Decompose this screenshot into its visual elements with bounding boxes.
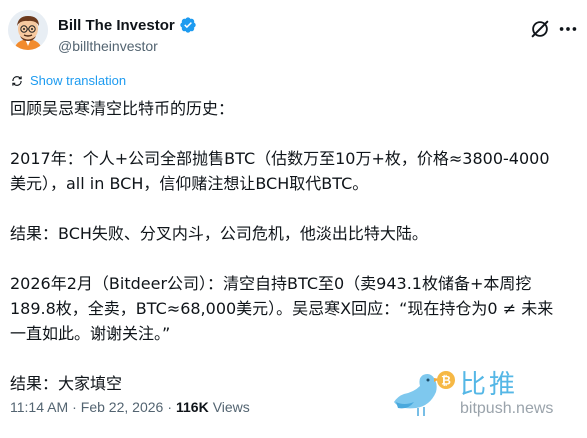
tweet-date[interactable]: Feb 22, 2026 — [81, 399, 164, 415]
more-button[interactable] — [557, 18, 579, 40]
display-name[interactable]: Bill The Investor — [58, 17, 175, 34]
translate-icon — [12, 75, 22, 86]
watermark-title: 比推 — [460, 370, 519, 400]
grok-button[interactable] — [529, 18, 551, 40]
grok-icon — [531, 20, 549, 38]
meta-separator: · — [72, 399, 77, 415]
tweet-paragraph: 2017年：个人+公司全部抛售BTC（估数万至10万+枚，价格≈3800-400… — [10, 149, 550, 193]
tweet-meta: 11:14 AM · Feb 22, 2026 · 116K Views — [10, 399, 250, 415]
tweet-paragraph: 回顾吴忌寒清空比特币的历史： — [10, 99, 235, 118]
show-translation-link[interactable]: Show translation — [10, 73, 126, 88]
name-row: Bill The Investor — [58, 16, 197, 34]
views-label: Views — [212, 399, 250, 415]
meta-separator: · — [167, 399, 172, 415]
bird-logo-icon: ₿ — [394, 371, 455, 416]
avatar-cartoon-icon — [8, 10, 48, 50]
verified-badge-icon — [180, 17, 196, 33]
avatar[interactable] — [8, 10, 48, 50]
tweet-header: Bill The Investor @billtheinvestor — [6, 6, 581, 62]
tweet-paragraph: 结果：BCH失败、分叉内斗，公司危机，他淡出比特大陆。 — [10, 224, 428, 243]
watermark-domain: bitpush.news — [460, 400, 554, 417]
show-translation-label[interactable]: Show translation — [30, 73, 126, 88]
views-count: 116K — [175, 399, 209, 415]
svg-text:₿: ₿ — [441, 374, 451, 388]
bitpush-watermark: ₿ 比推 bitpush.news — [386, 362, 581, 430]
handle[interactable]: @billtheinvestor — [58, 38, 158, 54]
tweet-time[interactable]: 11:14 AM — [10, 399, 68, 415]
more-icon — [559, 27, 577, 31]
tweet-paragraph: 2026年2月（Bitdeer公司）：清空自持BTC至0（卖943.1枚储备+本… — [10, 274, 554, 343]
